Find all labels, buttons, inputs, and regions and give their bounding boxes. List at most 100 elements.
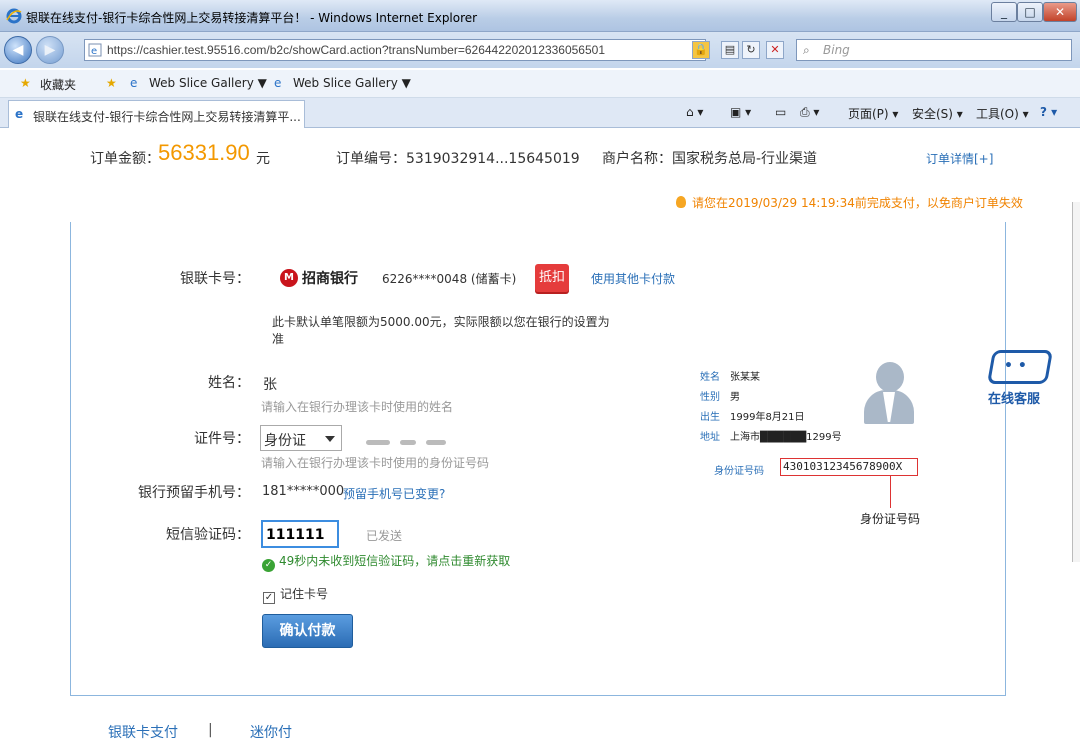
sms-code-input[interactable]: 111111 bbox=[261, 520, 339, 548]
browser-window: 银联在线支付-银行卡综合性网上交易转接清算平台！ - Windows Inter… bbox=[0, 0, 1080, 743]
sms-label: 短信验证码： bbox=[166, 527, 250, 543]
ie-logo-icon bbox=[6, 8, 22, 24]
name-label: 姓名： bbox=[208, 375, 250, 391]
idcard-birth-key: 出生 bbox=[700, 412, 720, 423]
search-icon: ⌕ bbox=[803, 43, 810, 57]
lock-icon[interactable]: 🔒 bbox=[692, 41, 710, 59]
offset-badge[interactable]: 抵扣 bbox=[535, 264, 569, 292]
idcard-gender-key: 性别 bbox=[700, 392, 720, 403]
unionpay-card-link[interactable]: 银联卡支付 bbox=[108, 722, 178, 742]
idcard-number-value: 43010312345678900X bbox=[780, 458, 918, 476]
bulb-icon bbox=[676, 196, 686, 208]
search-placeholder: Bing bbox=[823, 43, 850, 57]
bank-logo: M 招商银行 bbox=[280, 268, 358, 288]
stop-icon[interactable]: ✕ bbox=[766, 41, 784, 59]
page-content: 订单金额： 56331.90 元 订单编号：5319032914...15645… bbox=[0, 128, 1080, 743]
idcard-address-value: 上海市██████1299号 bbox=[730, 432, 842, 443]
url-text: https://cashier.test.95516.com/b2c/showC… bbox=[107, 43, 606, 57]
favorites-star-icon: ★ bbox=[20, 76, 31, 90]
card-label: 银联卡号： bbox=[180, 271, 250, 287]
web-slice-gallery-1[interactable]: Web Slice Gallery ▼ bbox=[149, 76, 267, 90]
sms-resend-tip[interactable]: ✓ 49秒内未收到短信验证码，请点击重新获取 bbox=[262, 552, 510, 572]
confirm-payment-button[interactable]: 确认付款 bbox=[262, 614, 353, 648]
check-icon: ✓ bbox=[262, 559, 275, 572]
checkbox-checked-icon: ✓ bbox=[263, 592, 275, 604]
tab-ie-icon: e bbox=[15, 107, 24, 121]
idcard-birth-row: 出生 1999年8月21日 bbox=[700, 408, 805, 423]
feeds-icon[interactable]: ▣ ▾ bbox=[730, 105, 751, 119]
minimize-button[interactable]: _ bbox=[991, 2, 1017, 22]
compatibility-icon[interactable]: ▤ bbox=[721, 41, 739, 59]
mail-icon[interactable]: ▭ bbox=[775, 105, 786, 119]
safety-menu[interactable]: 安全(S) ▾ bbox=[912, 105, 963, 122]
idcard-gender-row: 性别男 bbox=[700, 388, 740, 403]
tab-bar: e 银联在线支付-银行卡综合性网上交易转接清算平... ⌂ ▾ ▣ ▾ ▭ ⎙ … bbox=[0, 98, 1080, 128]
idcard-number-label: 身份证号码 bbox=[714, 466, 764, 477]
forward-button[interactable]: ▶ bbox=[36, 36, 64, 64]
avatar-icon bbox=[861, 360, 917, 428]
chevron-down-icon bbox=[325, 436, 335, 442]
favorites-button[interactable]: 收藏夹 bbox=[40, 76, 76, 93]
idcard-address-row: 地址 上海市██████1299号 bbox=[700, 428, 842, 443]
merchant-name: 商户名称：国家税务总局-行业渠道 bbox=[602, 151, 818, 167]
idcard-address-key: 地址 bbox=[700, 432, 720, 443]
phone-value: 181*****000 bbox=[262, 484, 345, 499]
web-slice-icon: e bbox=[130, 76, 138, 90]
refresh-icon[interactable]: ↻ bbox=[742, 41, 760, 59]
online-service-label: 在线客服 bbox=[988, 392, 1041, 407]
idcard-name-row: 姓名 张某某 bbox=[700, 368, 760, 383]
cmb-logo-icon: M bbox=[280, 269, 298, 287]
order-amount-label: 订单金额： bbox=[90, 151, 160, 167]
id-number-masked bbox=[366, 434, 460, 445]
sms-tip-text: 49秒内未收到短信验证码，请点击重新获取 bbox=[279, 554, 511, 568]
add-favorites-icon[interactable]: ★ bbox=[106, 76, 117, 90]
phone-changed-link[interactable]: 预留手机号已变更? bbox=[343, 485, 445, 502]
maximize-button[interactable]: □ bbox=[1017, 2, 1043, 22]
search-input[interactable]: ⌕ Bing bbox=[796, 39, 1072, 61]
phone-label: 银行预留手机号： bbox=[138, 485, 250, 501]
remember-card-checkbox[interactable]: ✓ 记住卡号 bbox=[263, 585, 328, 604]
deadline-text: 请您在2019/03/29 14:19:34前完成支付，以免商户订单失效 bbox=[692, 196, 1023, 210]
card-number: 6226****0048 (储蓄卡) bbox=[382, 272, 517, 286]
address-bar-row: ◀ ▶ e https://cashier.test.95516.com/b2c… bbox=[0, 32, 1080, 68]
help-icon[interactable]: ? ▾ bbox=[1040, 105, 1057, 119]
callout-line bbox=[890, 476, 891, 508]
order-number: 订单编号：5319032914...15645019 bbox=[336, 151, 580, 167]
svg-text:e: e bbox=[91, 46, 97, 57]
remember-label: 记住卡号 bbox=[280, 587, 329, 601]
idcard-birth-value: 1999年8月21日 bbox=[730, 412, 805, 423]
service-face: • • bbox=[1004, 358, 1027, 374]
order-detail-link[interactable]: 订单详情[+] bbox=[926, 150, 993, 167]
page-icon: e bbox=[88, 43, 102, 57]
idcard-gender-value: 男 bbox=[730, 392, 740, 403]
online-service-widget[interactable]: • • 在线客服 bbox=[986, 348, 1053, 408]
tab-label: 银联在线支付-银行卡综合性网上交易转接清算平... bbox=[33, 110, 301, 124]
order-amount-unit: 元 bbox=[256, 151, 270, 167]
id-type-value: 身份证 bbox=[264, 433, 306, 449]
tab-active[interactable]: e 银联在线支付-银行卡综合性网上交易转接清算平... bbox=[8, 100, 305, 128]
id-label: 证件号： bbox=[194, 431, 250, 447]
name-value: 张 bbox=[263, 377, 277, 393]
id-hint: 请输入在银行办理该卡时使用的身份证号码 bbox=[261, 456, 490, 470]
payment-deadline: 请您在2019/03/29 14:19:34前完成支付，以免商户订单失效 bbox=[676, 194, 1023, 211]
footer-separator: | bbox=[208, 722, 213, 738]
card-limit-note: 此卡默认单笔限额为5000.00元，实际限额以您在银行的设置为准 bbox=[272, 315, 610, 346]
idcard-name-key: 姓名 bbox=[700, 372, 720, 383]
tools-menu[interactable]: 工具(O) ▾ bbox=[976, 105, 1029, 122]
back-button[interactable]: ◀ bbox=[4, 36, 32, 64]
bank-name: 招商银行 bbox=[302, 271, 358, 287]
use-other-card-link[interactable]: 使用其他卡付款 bbox=[591, 270, 675, 287]
side-scroll-strip[interactable] bbox=[1072, 202, 1080, 562]
url-input[interactable]: e https://cashier.test.95516.com/b2c/sho… bbox=[84, 39, 706, 61]
print-icon[interactable]: ⎙ ▾ bbox=[800, 105, 819, 120]
idcard-name-value: 张某某 bbox=[730, 372, 760, 383]
close-button[interactable]: ✕ bbox=[1043, 2, 1077, 22]
web-slice-icon: e bbox=[274, 76, 282, 90]
idcard-number-caption: 身份证号码 bbox=[860, 512, 921, 526]
page-menu[interactable]: 页面(P) ▾ bbox=[848, 105, 898, 122]
mini-pay-link[interactable]: 迷你付 bbox=[250, 722, 292, 742]
id-type-select[interactable]: 身份证 bbox=[260, 425, 342, 451]
title-bar: 银联在线支付-银行卡综合性网上交易转接清算平台！ - Windows Inter… bbox=[0, 0, 1080, 32]
web-slice-gallery-2[interactable]: Web Slice Gallery ▼ bbox=[293, 76, 411, 90]
home-icon[interactable]: ⌂ ▾ bbox=[686, 105, 703, 119]
